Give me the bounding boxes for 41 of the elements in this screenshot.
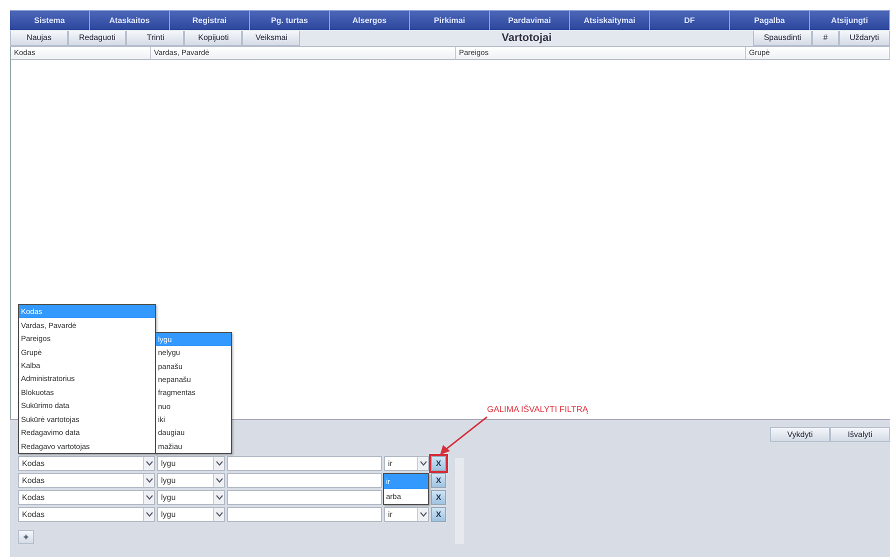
value-field[interactable] xyxy=(227,472,382,488)
remove-filter-button[interactable]: X xyxy=(431,456,446,470)
toolbar-button[interactable]: # xyxy=(812,30,839,46)
chevron-down-icon xyxy=(420,460,426,466)
toolbar-button[interactable]: Uždaryti xyxy=(838,30,890,46)
filter-button[interactable]: Vykdyti xyxy=(770,427,830,442)
remove-filter-button[interactable]: X xyxy=(431,490,446,504)
chevron-down-icon xyxy=(146,512,152,516)
operator-select[interactable]: lygu xyxy=(157,456,225,470)
toolbar-button[interactable]: Redaguoti xyxy=(68,30,126,46)
value-field[interactable] xyxy=(227,506,382,522)
field-select[interactable]: Kodas xyxy=(18,506,155,522)
field-select[interactable]: Kodas xyxy=(18,472,155,488)
chevron-down-icon xyxy=(420,512,426,516)
field-select[interactable]: Kodas xyxy=(18,490,155,504)
chevron-down-icon xyxy=(146,494,152,500)
conjunction-select[interactable]: ir xyxy=(384,456,429,470)
remove-filter-button[interactable]: X xyxy=(431,506,446,522)
field-select[interactable]: Kodas xyxy=(18,456,155,470)
toolbar-button[interactable]: Kopijuoti xyxy=(184,30,242,46)
chevron-down-icon xyxy=(216,512,222,516)
chevron-down-icon xyxy=(216,460,222,466)
value-field[interactable] xyxy=(227,490,382,504)
operator-select[interactable]: lygu xyxy=(157,490,225,504)
chevron-down-icon xyxy=(216,478,222,482)
chevron-down-icon xyxy=(146,478,152,482)
operator-select[interactable]: lygu xyxy=(157,472,225,488)
remove-filter-button[interactable]: X xyxy=(431,472,446,488)
toolbar-button[interactable]: Trinti xyxy=(126,30,184,46)
page-title: Vartotojai xyxy=(500,32,553,44)
toolbar-button[interactable]: Veiksmai xyxy=(242,30,300,46)
chevron-down-icon xyxy=(216,494,222,500)
toolbar-button[interactable]: Spausdinti xyxy=(752,30,812,46)
toolbar-button[interactable]: Naujas xyxy=(10,30,68,46)
annotation-text: GALIMA IŠVALYTI FILTRĄ xyxy=(487,404,588,414)
operator-select[interactable]: lygu xyxy=(157,506,225,522)
conjunction-select[interactable]: ir xyxy=(384,506,429,522)
add-filter-button[interactable]: + xyxy=(18,530,34,544)
chevron-down-icon xyxy=(146,460,152,466)
value-field[interactable] xyxy=(227,456,382,470)
filter-button[interactable]: Išvalyti xyxy=(830,427,890,442)
